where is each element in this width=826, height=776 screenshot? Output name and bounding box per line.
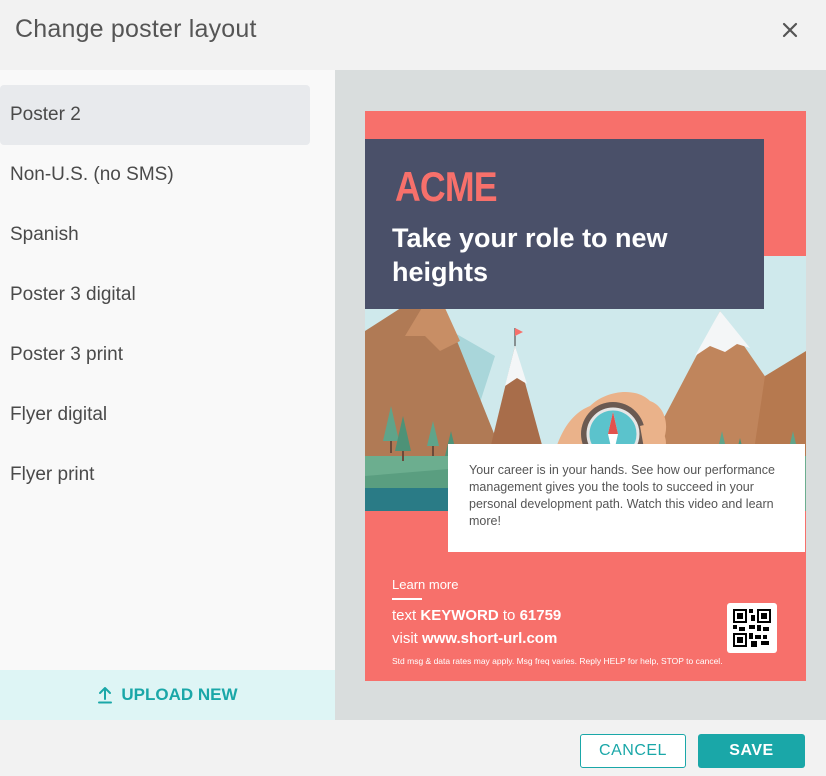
layout-item-poster-2[interactable]: Poster 2 (0, 85, 310, 145)
dialog-header: Change poster layout (0, 0, 826, 70)
layout-item-label: Poster 2 (10, 104, 81, 125)
brand-logo: ACME (395, 163, 498, 210)
layout-item-poster-3-print[interactable]: Poster 3 print (0, 325, 310, 385)
qr-code-icon (733, 609, 771, 647)
upload-icon (98, 687, 113, 704)
layout-item-label: Poster 3 print (10, 344, 123, 365)
fine-print: Std msg & data rates may apply. Msg freq… (392, 656, 723, 666)
layout-item-label: Flyer print (10, 464, 95, 485)
layout-item-flyer-digital[interactable]: Flyer digital (0, 385, 310, 445)
save-button[interactable]: SAVE (698, 734, 805, 768)
visit-instruction: visit www.short-url.com (392, 630, 557, 647)
learn-more-label: Learn more (392, 577, 459, 592)
layout-item-non-us[interactable]: Non-U.S. (no SMS) (0, 145, 310, 205)
poster-preview: ACME Take your role to new heights Your … (365, 111, 806, 681)
dialog-title: Change poster layout (15, 15, 257, 43)
upload-label: UPLOAD NEW (121, 685, 238, 704)
sms-prefix: text (392, 607, 421, 624)
close-icon (782, 22, 798, 38)
visit-prefix: visit (392, 630, 422, 647)
poster-body-text: Your career is in your hands. See how ou… (469, 463, 775, 528)
poster-header-band: ACME Take your role to new heights (365, 139, 764, 309)
sms-keyword: KEYWORD (420, 607, 499, 624)
layout-item-label: Spanish (10, 224, 79, 245)
sms-mid: to (498, 607, 520, 624)
sms-instruction: text KEYWORD to 61759 (392, 607, 561, 624)
poster-headline: Take your role to new heights (392, 223, 668, 287)
layout-item-spanish[interactable]: Spanish (0, 205, 310, 265)
qr-code (727, 603, 777, 653)
upload-new-button[interactable]: UPLOAD NEW (0, 670, 335, 720)
layout-item-label: Poster 3 digital (10, 284, 136, 305)
close-button[interactable] (776, 14, 804, 46)
visit-url: www.short-url.com (422, 630, 558, 647)
layout-item-label: Flyer digital (10, 404, 108, 425)
sms-number: 61759 (519, 607, 562, 624)
divider (392, 598, 422, 600)
poster-body-box: Your career is in your hands. See how ou… (448, 444, 805, 552)
layout-list: Poster 2 Non-U.S. (no SMS) Spanish Poste… (0, 70, 335, 505)
poster-preview-pane: ACME Take your role to new heights Your … (335, 70, 826, 720)
layout-item-poster-3-digital[interactable]: Poster 3 digital (0, 265, 310, 325)
layout-item-label: Non-U.S. (no SMS) (10, 164, 174, 185)
layout-sidebar: Poster 2 Non-U.S. (no SMS) Spanish Poste… (0, 70, 335, 720)
dialog-footer: CANCEL SAVE (0, 720, 826, 776)
cancel-button[interactable]: CANCEL (580, 734, 686, 768)
layout-item-flyer-print[interactable]: Flyer print (0, 445, 310, 505)
